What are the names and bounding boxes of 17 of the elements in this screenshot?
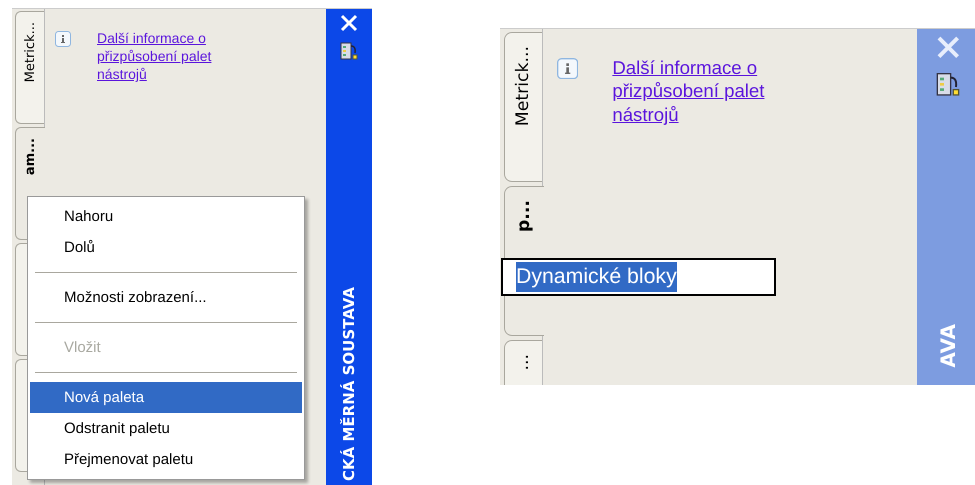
properties-icon[interactable]: [936, 71, 960, 98]
properties-icon[interactable]: [340, 41, 358, 61]
help-link[interactable]: Další informace o přizpůsobení palet nástrojů: [612, 56, 812, 128]
menu-item[interactable]: Odstranit paletu: [30, 413, 302, 444]
menu-item[interactable]: Možnosti zobrazení...: [30, 282, 302, 313]
palette-title: AVA: [934, 324, 961, 368]
info-icon: [556, 58, 578, 80]
palette-tab[interactable]: ...: [504, 340, 542, 386]
help-link[interactable]: Další informace o přizpůsobení palet nástrojů: [97, 29, 247, 83]
palette-title: CKÁ MĚRNÁ SOUSTAVA: [339, 287, 359, 481]
menu-item[interactable]: Nová paleta: [30, 382, 302, 413]
close-icon[interactable]: [339, 13, 359, 33]
palette-tab[interactable]: Metrick...: [504, 32, 542, 182]
palette-tab[interactable]: Metrick...: [15, 11, 44, 124]
menu-item[interactable]: Přejmenovat paletu: [30, 444, 302, 475]
rename-field[interactable]: Dynamické bloky: [500, 258, 776, 296]
info-icon: [55, 31, 71, 47]
